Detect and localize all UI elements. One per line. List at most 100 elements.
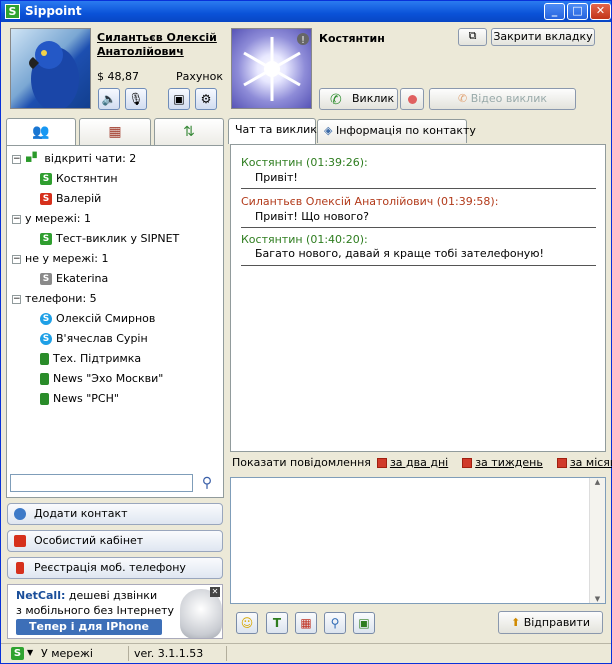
calendar-button[interactable]: ▦ bbox=[295, 612, 317, 634]
message-header: Костянтин (01:39:26): bbox=[241, 156, 368, 169]
collapse-icon[interactable]: − bbox=[12, 154, 21, 164]
list-item[interactable]: News "Эхо Москви" bbox=[40, 372, 163, 385]
group-label: відкриті чати: 2 bbox=[44, 152, 137, 165]
video-call-button[interactable]: ✆ Відео виклик bbox=[429, 88, 576, 110]
maximize-button[interactable]: □ bbox=[567, 3, 588, 20]
tab-contact-info-label: Інформація по контакту bbox=[335, 124, 476, 137]
contact-card-button[interactable]: ▣ bbox=[168, 88, 190, 110]
info-icon: ◈ bbox=[324, 124, 333, 137]
scroll-up-icon[interactable]: ▲ bbox=[590, 478, 605, 486]
account-label: Рахунок bbox=[176, 70, 223, 83]
microphone-button[interactable]: 🎙 bbox=[125, 88, 147, 110]
sippoint-online-icon: S bbox=[40, 233, 52, 245]
list-item[interactable]: News "РСН" bbox=[40, 392, 119, 405]
list-item[interactable]: S В'ячеслав Сурін bbox=[40, 332, 148, 345]
record-icon bbox=[407, 95, 417, 104]
settings-button[interactable]: ⚙ bbox=[195, 88, 217, 110]
calendar-icon bbox=[376, 458, 387, 468]
tab-contact-info[interactable]: ◈ Інформація по контакту bbox=[317, 119, 476, 143]
message-text: Привіт! bbox=[255, 171, 298, 184]
list-item[interactable]: S Валерій bbox=[40, 192, 101, 205]
tab-chat-calls[interactable]: Чат та виклики bbox=[228, 118, 324, 144]
font-button[interactable]: T bbox=[266, 612, 288, 634]
collapse-icon[interactable]: − bbox=[12, 214, 21, 224]
group-phones[interactable]: − телефони: 5 bbox=[12, 292, 97, 305]
contact-item-name: Валерій bbox=[56, 192, 102, 205]
gear-icon: ⚙ bbox=[200, 92, 212, 106]
minimize-button[interactable]: _ bbox=[544, 3, 565, 20]
contact-item-name: Костянтин bbox=[56, 172, 118, 185]
send-arrow-icon: ⬆ bbox=[510, 616, 521, 629]
filter-two-days-link[interactable]: за два дні bbox=[390, 456, 448, 469]
list-item[interactable]: S Олексій Смирнов bbox=[40, 312, 155, 325]
message-divider bbox=[241, 227, 596, 228]
search-history-button[interactable]: ⚲ bbox=[324, 612, 346, 634]
list-item[interactable]: S Костянтин bbox=[40, 172, 118, 185]
message-header: Силантьєв Олексій Анатолійович (01:39:58… bbox=[241, 195, 499, 208]
calendar-icon bbox=[462, 458, 473, 468]
window-mode-button[interactable]: ⧉ bbox=[458, 28, 487, 46]
tab-contacts[interactable]: 👥 bbox=[6, 118, 76, 147]
scroll-down-icon[interactable]: ▼ bbox=[590, 595, 605, 603]
filter-week-link[interactable]: за тиждень bbox=[475, 456, 543, 469]
contact-name: Костянтин bbox=[319, 32, 385, 45]
personal-cabinet-button[interactable]: Особистий кабінет bbox=[7, 530, 223, 552]
users-icon: 👥 bbox=[32, 124, 50, 140]
ad-cta[interactable]: Тепер і для IPhone bbox=[16, 619, 162, 635]
tab-keypad[interactable]: ▦ bbox=[79, 118, 151, 146]
save-button[interactable]: ▣ bbox=[353, 612, 375, 634]
close-ad-icon[interactable]: ✕ bbox=[210, 587, 220, 597]
ad-banner[interactable]: NetCall: дешеві дзвінки з мобільного без… bbox=[7, 584, 223, 639]
group-offline[interactable]: − не у мережі: 1 bbox=[12, 252, 108, 265]
video-phone-icon: ✆ bbox=[457, 92, 468, 105]
contact-search-input[interactable] bbox=[10, 474, 193, 492]
mobile-phone-icon bbox=[40, 373, 49, 385]
skype-icon: S bbox=[40, 333, 52, 345]
calendar-icon: ▦ bbox=[300, 616, 312, 630]
my-name[interactable]: Силантьєв Олексій Анатолійович bbox=[97, 31, 227, 59]
group-online[interactable]: − у мережі: 1 bbox=[12, 212, 91, 225]
mobile-phone-icon bbox=[40, 393, 49, 405]
my-avatar[interactable] bbox=[10, 28, 91, 109]
send-button[interactable]: ⬆ Відправити bbox=[498, 611, 603, 634]
register-mobile-button[interactable]: Реєстрація моб. телефону bbox=[7, 557, 223, 579]
list-item[interactable]: S Ekaterina bbox=[40, 272, 108, 285]
call-button[interactable]: ✆ Виклик bbox=[319, 88, 398, 110]
message-text: Багато нового, давай я краще тобі зателе… bbox=[255, 247, 544, 260]
tab-history[interactable]: ⇅ bbox=[154, 118, 224, 146]
filter-month-link[interactable]: за місяць bbox=[570, 456, 612, 469]
input-scrollbar[interactable]: ▲ ▼ bbox=[589, 478, 605, 603]
sippoint-offline-icon: S bbox=[40, 273, 52, 285]
keypad-icon: ▦ bbox=[108, 124, 122, 140]
search-icon[interactable]: ⚲ bbox=[197, 473, 217, 493]
emoticon-button[interactable]: ☺ bbox=[236, 612, 258, 634]
collapse-icon[interactable]: − bbox=[12, 254, 21, 264]
list-item[interactable]: S Тест-виклик у SIPNET bbox=[40, 232, 179, 245]
message-input[interactable]: ▲ ▼ bbox=[230, 477, 606, 604]
skype-icon: S bbox=[40, 313, 52, 325]
balance-value: $ 48,87 bbox=[97, 70, 139, 83]
ad-brand: NetCall: bbox=[16, 589, 66, 602]
group-open-chats[interactable]: − ▪▘ відкриті чати: 2 bbox=[12, 152, 136, 165]
status-text[interactable]: У мережі bbox=[41, 647, 93, 660]
call-label: Виклик bbox=[352, 92, 395, 105]
version-text: ver. 3.1.1.53 bbox=[134, 647, 204, 660]
close-window-button[interactable]: ✕ bbox=[590, 3, 611, 20]
volume-button[interactable]: 🔈 bbox=[98, 88, 120, 110]
record-button[interactable] bbox=[400, 88, 424, 110]
window-title: Sippoint bbox=[25, 4, 82, 18]
chat-history[interactable]: Костянтин (01:39:26): Привіт! Силантьєв … bbox=[230, 144, 606, 452]
add-contact-button[interactable]: Додати контакт bbox=[7, 503, 223, 525]
status-bar: S ▼ У мережі ver. 3.1.1.53 bbox=[1, 643, 611, 663]
close-tab-button[interactable]: Закрити вкладку bbox=[491, 28, 595, 46]
list-item[interactable]: Тех. Підтримка bbox=[40, 352, 141, 365]
font-icon: T bbox=[272, 616, 282, 630]
collapse-icon[interactable]: − bbox=[12, 294, 21, 304]
contact-list[interactable]: − ▪▘ відкриті чати: 2 S Костянтин S Валерій… bbox=[6, 145, 224, 498]
status-online-icon[interactable]: S bbox=[11, 647, 24, 660]
status-dropdown-icon[interactable]: ▼ bbox=[27, 648, 33, 657]
group-label: телефони: 5 bbox=[25, 292, 97, 305]
title-bar[interactable]: S Sippoint _ □ ✕ bbox=[1, 1, 611, 22]
sippoint-online-icon: S bbox=[40, 173, 52, 185]
group-label: не у мережі: 1 bbox=[25, 252, 109, 265]
